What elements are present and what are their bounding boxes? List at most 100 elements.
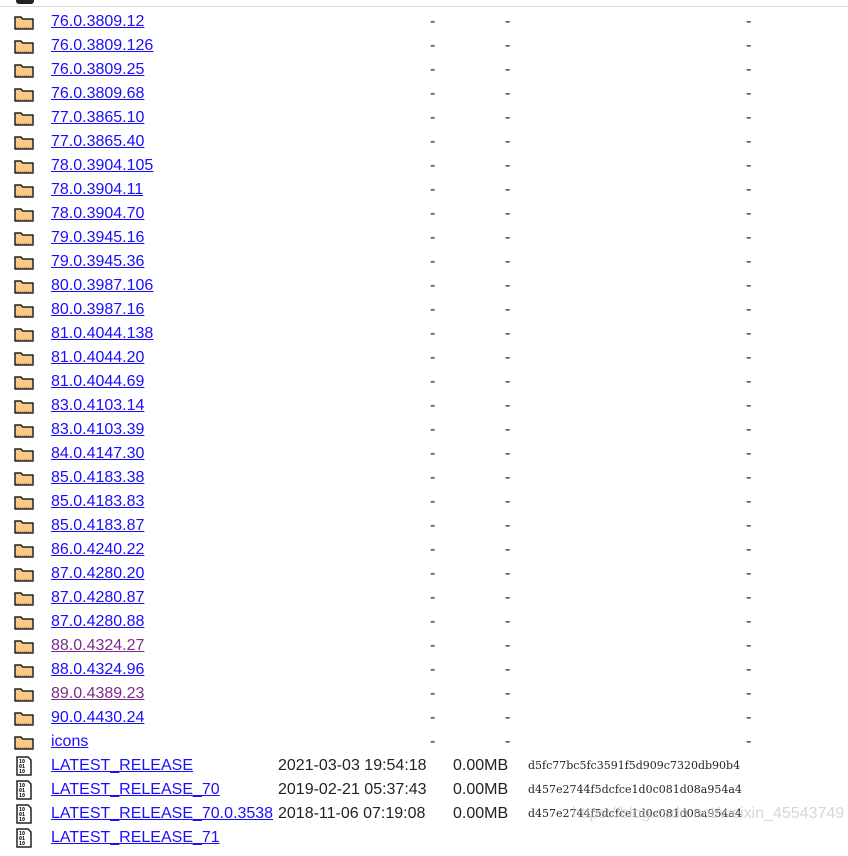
file-size: 0.00MB	[453, 805, 509, 822]
date-placeholder: -	[430, 445, 436, 462]
size-placeholder: -	[505, 397, 511, 414]
entry-link[interactable]: LATEST_RELEASE_71	[51, 826, 220, 850]
entry-link[interactable]: 77.0.3865.40	[51, 130, 144, 154]
list-item: 88.0.4324.27 - - -	[0, 634, 848, 658]
folder-icon	[14, 662, 34, 678]
entry-link[interactable]: 88.0.4324.27	[51, 634, 144, 658]
date-placeholder: -	[430, 205, 436, 222]
date-placeholder: -	[430, 13, 436, 30]
entry-link[interactable]: 77.0.3865.10	[51, 106, 144, 130]
list-item: 88.0.4324.96 - - -	[0, 658, 848, 682]
entry-link[interactable]: 78.0.3904.11	[51, 178, 143, 202]
entry-link[interactable]: LATEST_RELEASE	[51, 754, 193, 778]
entry-link[interactable]: LATEST_RELEASE_70	[51, 778, 220, 802]
entry-link[interactable]: 85.0.4183.83	[51, 490, 144, 514]
entry-link[interactable]: 90.0.4430.24	[51, 706, 144, 730]
list-item: 87.0.4280.88 - - -	[0, 610, 848, 634]
entry-link[interactable]: 83.0.4103.14	[51, 394, 144, 418]
date-placeholder: -	[430, 589, 436, 606]
hash-placeholder: -	[746, 517, 752, 534]
size-placeholder: -	[505, 37, 511, 54]
hash-placeholder: -	[746, 229, 752, 246]
entry-link[interactable]: 79.0.3945.36	[51, 250, 144, 274]
date-placeholder: -	[430, 109, 436, 126]
entry-link[interactable]: 79.0.3945.16	[51, 226, 144, 250]
hash-placeholder: -	[746, 109, 752, 126]
hash-placeholder: -	[746, 85, 752, 102]
date-placeholder: -	[430, 565, 436, 582]
date-placeholder: -	[430, 325, 436, 342]
hash-placeholder: -	[746, 157, 752, 174]
entry-link[interactable]: 86.0.4240.22	[51, 538, 144, 562]
entry-link[interactable]: 88.0.4324.96	[51, 658, 144, 682]
list-item: 81.0.4044.138 - - -	[0, 322, 848, 346]
entry-link[interactable]: 87.0.4280.87	[51, 586, 144, 610]
entry-link[interactable]: 76.0.3809.68	[51, 82, 144, 106]
entry-link[interactable]: 78.0.3904.105	[51, 154, 153, 178]
entry-link[interactable]: 80.0.3987.106	[51, 274, 153, 298]
size-placeholder: -	[505, 637, 511, 654]
entry-link[interactable]: 76.0.3809.12	[51, 10, 144, 34]
list-item: 86.0.4240.22 - - -	[0, 538, 848, 562]
folder-icon	[14, 38, 34, 54]
entry-link[interactable]: LATEST_RELEASE_70.0.3538	[51, 802, 273, 826]
entry-link[interactable]: 80.0.3987.16	[51, 298, 144, 322]
modified-date: 2021-03-03 19:54:18	[278, 757, 427, 774]
svg-text:10: 10	[19, 793, 25, 799]
folder-icon	[14, 86, 34, 102]
date-placeholder: -	[430, 637, 436, 654]
folder-icon	[14, 614, 34, 630]
entry-link[interactable]: 81.0.4044.69	[51, 370, 144, 394]
folder-icon	[14, 254, 34, 270]
folder-icon	[14, 590, 34, 606]
size-placeholder: -	[505, 565, 511, 582]
date-placeholder: -	[430, 37, 436, 54]
folder-icon	[14, 14, 34, 30]
list-item: 81.0.4044.20 - - -	[0, 346, 848, 370]
entry-link[interactable]: 84.0.4147.30	[51, 442, 144, 466]
entry-link[interactable]: 78.0.3904.70	[51, 202, 144, 226]
size-placeholder: -	[505, 517, 511, 534]
hash-placeholder: -	[746, 661, 752, 678]
list-item: 85.0.4183.38 - - -	[0, 466, 848, 490]
entry-link[interactable]: 83.0.4103.39	[51, 418, 144, 442]
file-hash: d5fc77bc5fc3591f5d909c7320db90b4	[528, 759, 741, 772]
entry-link[interactable]: 81.0.4044.138	[51, 322, 153, 346]
folder-icon	[14, 518, 34, 534]
entry-link[interactable]: 85.0.4183.38	[51, 466, 144, 490]
size-placeholder: -	[505, 277, 511, 294]
folder-icon	[14, 710, 34, 726]
list-item: 87.0.4280.87 - - -	[0, 586, 848, 610]
hash-placeholder: -	[746, 61, 752, 78]
entry-link[interactable]: 85.0.4183.87	[51, 514, 144, 538]
folder-icon	[14, 566, 34, 582]
size-placeholder: -	[505, 229, 511, 246]
entry-link[interactable]: 87.0.4280.88	[51, 610, 144, 634]
list-item: 80.0.3987.16 - - -	[0, 298, 848, 322]
list-item: 10 01 10 LATEST_RELEASE 2021-03-03 19:54:18 0…	[0, 754, 848, 778]
hash-placeholder: -	[746, 565, 752, 582]
list-item: 76.0.3809.12 - - -	[0, 10, 848, 34]
list-item: 10 01 10 LATEST_RELEASE_71	[0, 826, 848, 850]
folder-icon	[14, 110, 34, 126]
size-placeholder: -	[505, 109, 511, 126]
size-placeholder: -	[505, 709, 511, 726]
date-placeholder: -	[430, 661, 436, 678]
size-placeholder: -	[505, 613, 511, 630]
list-item: 87.0.4280.20 - - -	[0, 562, 848, 586]
entry-link[interactable]: 76.0.3809.126	[51, 34, 153, 58]
date-placeholder: -	[430, 253, 436, 270]
entry-link[interactable]: 89.0.4389.23	[51, 682, 144, 706]
file-size: 0.00MB	[453, 757, 509, 774]
entry-link[interactable]: icons	[51, 730, 88, 754]
date-placeholder: -	[430, 685, 436, 702]
entry-link[interactable]: 76.0.3809.25	[51, 58, 144, 82]
modified-date: 2018-11-06 07:19:08	[278, 805, 426, 822]
hash-placeholder: -	[746, 325, 752, 342]
folder-icon	[14, 494, 34, 510]
entry-link[interactable]: 87.0.4280.20	[51, 562, 144, 586]
size-placeholder: -	[505, 85, 511, 102]
entry-link[interactable]: 81.0.4044.20	[51, 346, 144, 370]
date-placeholder: -	[430, 613, 436, 630]
hash-placeholder: -	[746, 133, 752, 150]
